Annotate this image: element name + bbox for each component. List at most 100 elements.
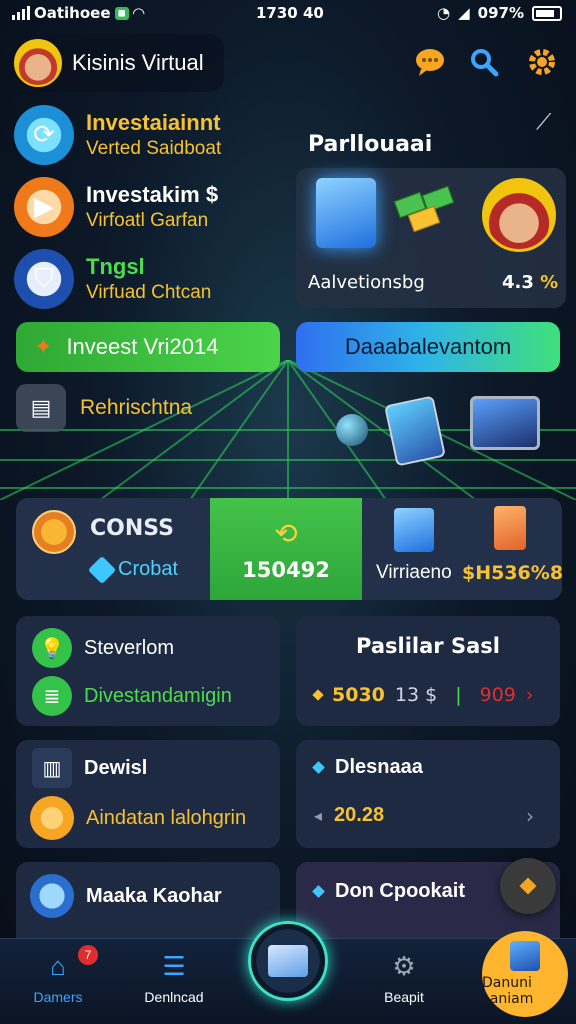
- coins-card[interactable]: CONSS Crobat ⟲ 150492 Virriaeno $H536%8: [16, 498, 562, 600]
- stat-value-2: 13 $: [394, 684, 438, 706]
- list-item: Don Cpookait: [312, 880, 465, 903]
- notebook-icon: ▥: [32, 748, 72, 788]
- list-item: ▥ Dewisl: [32, 748, 147, 788]
- avatar[interactable]: [14, 39, 62, 87]
- globe-icon: [30, 874, 74, 918]
- floating-action-button[interactable]: [500, 858, 556, 914]
- promo-avatar: [482, 178, 556, 252]
- nav-item-shop[interactable]: Danuni Laniam: [482, 931, 568, 1017]
- card-title: Dlesnaaa: [335, 756, 423, 778]
- profile-chip[interactable]: Kisinis Virtual: [10, 34, 224, 92]
- list-item: 💡 Steverlom: [32, 628, 174, 668]
- caret-left-icon: ◂: [314, 806, 323, 825]
- list-item: Maaka Kaohar: [30, 874, 222, 918]
- list-item: Dlesnaaa: [312, 756, 423, 779]
- list-item: ◂ 20.28: [314, 804, 384, 827]
- cycle-icon: ⟳: [14, 105, 74, 165]
- list-item-label: Steverlom: [84, 636, 175, 659]
- carrier-name: Oatihoee: [34, 4, 111, 22]
- shield-icon: ⛉: [14, 249, 74, 309]
- vr-cube-icon: [394, 508, 434, 552]
- list-item-label: Divestandamigin: [84, 684, 232, 707]
- stat-value-1: 5030: [332, 684, 385, 706]
- vr-label: Virriaeno: [376, 562, 452, 583]
- cash-icon: [393, 185, 456, 233]
- nav-item-label: Damers: [33, 989, 83, 1005]
- bottom-nav: ⌂ Damers 7 ☰ Denlncad ⚙ Beapit Danuni La…: [0, 921, 576, 1024]
- gear-icon[interactable]: [524, 44, 560, 80]
- document-icon: ☰: [162, 950, 186, 981]
- menu-item-tngsl[interactable]: ⛉ Tngsl Virfuad Chtcan: [14, 248, 284, 310]
- invest-button-label: Inveest Vri2014: [66, 334, 219, 359]
- menu-item-text: Tngsl Virfuad Chtcan: [86, 254, 211, 304]
- refresh-row[interactable]: ▤ Rehrischtna: [16, 384, 192, 432]
- nav-item-label: Danuni Laniam: [482, 975, 534, 1007]
- list-item-label: Maaka Kaohar: [86, 884, 222, 907]
- promo-value: 4.3 %: [502, 272, 558, 293]
- pin-icon[interactable]: ⟋: [536, 110, 564, 138]
- coin-icon: [30, 796, 74, 840]
- cube-icon: [510, 941, 540, 971]
- invest-button[interactable]: ✦ Inveest Vri2014: [16, 322, 280, 372]
- sync-tile[interactable]: ⟲ 150492: [210, 498, 362, 600]
- battery-icon: [532, 5, 562, 21]
- card-dlesnaaa[interactable]: Dlesnaaa ◂ 20.28 ›: [296, 740, 560, 848]
- card-paslilar[interactable]: Paslilar Sasl 5030 13 $ | 909 ›: [296, 616, 560, 726]
- card-title: Don Cpookait: [335, 880, 465, 902]
- menu-item-investakim[interactable]: ▶ Investakim $ Virfoatl Garfan: [14, 176, 284, 238]
- battery-percent: 097%: [477, 4, 524, 22]
- search-icon[interactable]: [466, 44, 502, 80]
- notification-badge: 7: [78, 945, 98, 965]
- diamond-icon: [312, 885, 325, 898]
- alarm-icon: ◔: [437, 4, 451, 22]
- menu-item-text: Investaiainnt Verted Saidboat: [86, 110, 221, 160]
- card-dewisl[interactable]: ▥ Dewisl Aindatan lalohgrin: [16, 740, 280, 848]
- battery-doc-icon: ▤: [16, 384, 66, 432]
- panel-title: Parllouaai: [308, 132, 433, 157]
- play-icon: ▶: [14, 177, 74, 237]
- nav-item-label: Beapit: [384, 989, 424, 1005]
- status-bar: Oatihoee ◼ ◠ 1730 40 ◔ ◢ 097%: [0, 0, 576, 28]
- diamond-icon: [312, 761, 325, 774]
- nav-item-center[interactable]: [248, 921, 328, 1001]
- promo-value-number: 4.3: [502, 272, 534, 293]
- diamond-icon: [519, 877, 537, 895]
- menu-item-investaiainnt[interactable]: ⟳ Investaiainnt Verted Saidboat: [14, 104, 284, 166]
- star-icon: ✦: [34, 334, 53, 359]
- list-icon: ≣: [32, 676, 72, 716]
- bulb-icon: 💡: [32, 628, 72, 668]
- signal-icon: [12, 6, 30, 20]
- nav-item-home[interactable]: ⌂ Damers 7: [8, 945, 108, 1005]
- status-left: Oatihoee ◼ ◠: [12, 4, 144, 22]
- promo-value-percent: %: [540, 272, 559, 293]
- gem-icon: [87, 555, 117, 585]
- card-value: 20.28: [334, 804, 385, 826]
- stat-value-3: 909: [479, 684, 516, 706]
- nav-item-settings[interactable]: ⚙ Beapit: [354, 949, 454, 1006]
- menu-item-title: Investakim $: [86, 182, 219, 207]
- refresh-label: Rehrischtna: [80, 396, 193, 419]
- nav-item-label: Denlncad: [144, 989, 204, 1005]
- bullet-icon: [312, 689, 324, 701]
- list-item: Aindatan lalohgrin: [30, 796, 246, 840]
- cube-icon: [316, 178, 376, 248]
- card-steverlom[interactable]: 💡 Steverlom ≣ Divestandamigin: [16, 616, 280, 726]
- menu-item-title: Tngsl: [86, 254, 145, 279]
- stat-row: 5030 13 $ | 909 ›: [312, 684, 533, 706]
- promo-card[interactable]: Aalvetionsbg 4.3 %: [296, 168, 566, 308]
- divider: |: [455, 684, 462, 706]
- dashboard-button[interactable]: Daaabalevantom: [296, 322, 560, 372]
- promo-label: Aalvetionsbg: [308, 272, 425, 293]
- chevron-right-icon[interactable]: ›: [526, 804, 534, 828]
- menu-item-title: Investaiainnt: [86, 110, 221, 135]
- sync-value: 150492: [242, 557, 330, 582]
- coins-label: CONSS: [90, 516, 174, 541]
- vr-value: $H536%8: [462, 562, 562, 584]
- orb-icon: [336, 414, 368, 446]
- menu-item-subtitle: Virfoatl Garfan: [86, 210, 209, 231]
- list-item: ≣ Divestandamigin: [32, 676, 232, 716]
- chat-icon[interactable]: [412, 44, 448, 80]
- nav-item-document[interactable]: ☰ Denlncad: [124, 949, 224, 1006]
- home-icon: ⌂: [50, 950, 66, 981]
- gear-icon: ⚙: [392, 950, 416, 981]
